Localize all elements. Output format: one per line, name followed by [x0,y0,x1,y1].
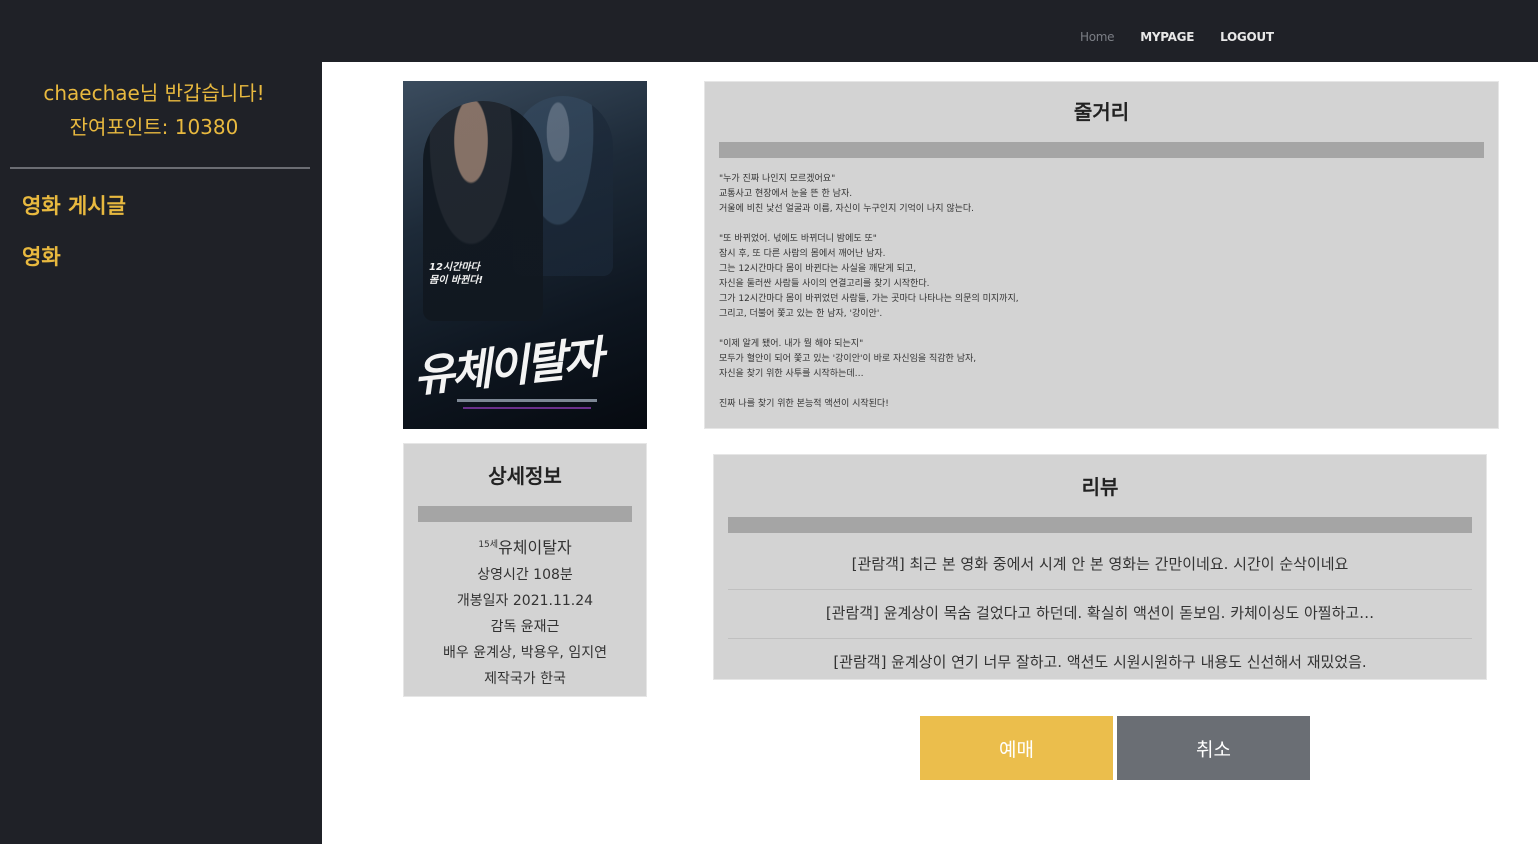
details-cast: 배우 윤계상, 박용우, 임지연 [443,645,607,661]
top-navbar: Home MYPAGE LOGOUT [0,0,1538,62]
details-director: 감독 윤재근 [490,619,560,635]
details-panel: 상세정보 15세유체이탈자 상영시간 108분 개봉일자 2021.11.24 … [403,443,647,697]
poster-tagline: 12시간마다 몸이 바뀐다! [429,262,484,286]
reviews-divider-bar [728,517,1472,533]
details-divider-bar [418,506,632,522]
nav-mypage-link[interactable]: MYPAGE [1140,30,1194,44]
poster-figure [423,101,543,321]
details-title: 상세정보 [488,464,562,488]
synopsis-text: "누가 진짜 나인지 모르겠어요" 교통사고 현장에서 눈을 뜬 한 남자. 거… [719,174,1019,409]
poster-title: 유체이탈자 [411,332,604,403]
movie-name: 유체이탈자 [498,538,572,557]
synopsis-title: 줄거리 [1073,100,1130,124]
details-release-date: 개봉일자 2021.11.24 [456,593,594,609]
user-greeting: chaechae님 반갑습니다! 잔여포인트: 10380 [0,76,308,144]
greeting-text: chaechae님 반갑습니다! [43,81,265,105]
synopsis-panel: 줄거리 "누가 진짜 나인지 모르겠어요" 교통사고 현장에서 눈을 뜬 한 남… [704,81,1499,429]
review-item[interactable]: [관람객] 윤계상이 목숨 걸었다고 하던데. 확실히 액션이 돋보임. 카체이… [728,590,1472,639]
poster-credits-line [457,399,597,402]
poster-credits-line-accent [463,407,591,409]
details-runtime: 상영시간 108분 [477,567,573,583]
details-movie-name-row: 15세유체이탈자 [404,532,646,562]
details-list: 15세유체이탈자 상영시간 108분 개봉일자 2021.11.24 감독 윤재… [404,532,646,692]
book-button[interactable]: 예매 [920,716,1113,780]
sidebar-item-movies[interactable]: 영화 [22,241,61,271]
review-item[interactable]: [관람객] 윤계상이 연기 너무 잘하고. 액션도 시원시원하구 내용도 신선해… [728,639,1472,687]
reviews-title: 리뷰 [1081,475,1119,499]
sidebar-item-movie-posts[interactable]: 영화 게시글 [22,190,126,220]
synopsis-divider-bar [719,142,1484,158]
main-content: 12시간마다 몸이 바뀐다! 유체이탈자 상세정보 15세유체이탈자 상영시간 … [322,62,1538,844]
movie-poster: 12시간마다 몸이 바뀐다! 유체이탈자 [403,81,647,429]
nav-logout-link[interactable]: LOGOUT [1220,30,1274,44]
cancel-button[interactable]: 취소 [1117,716,1310,780]
age-rating: 15세 [478,540,499,550]
nav-home-link[interactable]: Home [1080,30,1115,44]
review-item[interactable]: [관람객] 최근 본 영화 중에서 시계 안 본 영화는 간만이네요. 시간이 … [728,541,1472,590]
sidebar-divider [10,167,310,169]
remaining-points: 잔여포인트: 10380 [69,115,239,139]
top-nav-links: Home MYPAGE LOGOUT [1080,30,1274,44]
details-country: 제작국가 한국 [484,671,566,687]
review-list: [관람객] 최근 본 영화 중에서 시계 안 본 영화는 간만이네요. 시간이 … [728,541,1472,687]
sidebar: chaechae님 반갑습니다! 잔여포인트: 10380 영화 게시글 영화 [0,62,322,844]
reviews-panel: 리뷰 [관람객] 최근 본 영화 중에서 시계 안 본 영화는 간만이네요. 시… [713,454,1487,680]
